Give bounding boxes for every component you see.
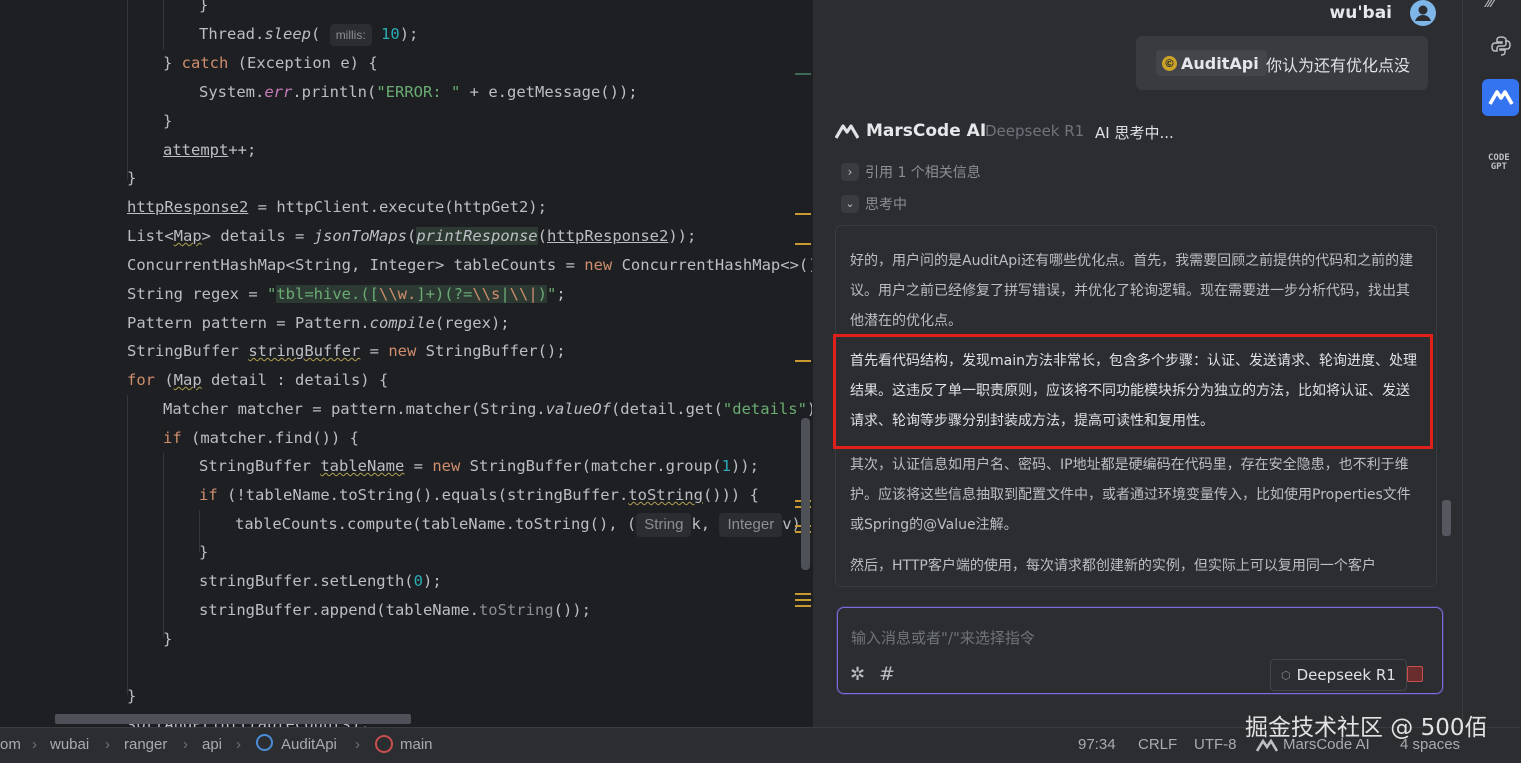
- line-separator[interactable]: CRLF: [1138, 736, 1177, 753]
- chevron-right-icon: ›: [236, 736, 241, 753]
- code-line: stringBuffer.append(tableName.toString()…: [199, 601, 591, 619]
- marscode-icon: [1488, 90, 1514, 105]
- marscode-tool-button[interactable]: [1482, 79, 1519, 116]
- breadcrumb-item[interactable]: main: [400, 736, 433, 753]
- code-line: if (matcher.find()) {: [163, 429, 359, 447]
- param-hint-millis: millis:: [329, 24, 372, 46]
- type-hint-string: String: [636, 513, 692, 537]
- warning-marker: [795, 243, 811, 245]
- indent-guide: [163, 453, 164, 638]
- chevron-down-icon: ⌄: [841, 195, 859, 213]
- code-line: attempt++;: [163, 141, 257, 159]
- chevron-right-icon: ›: [355, 736, 360, 753]
- breadcrumb-item[interactable]: wubai: [50, 736, 89, 753]
- warning-marker: [795, 213, 811, 215]
- code-line: httpResponse2 = httpClient.execute(httpG…: [127, 198, 547, 216]
- warning-marker: [795, 605, 811, 607]
- file-chip-label: AuditApi: [1181, 53, 1259, 73]
- reference-label: 引用 1 个相关信息: [865, 165, 981, 181]
- type-hint-integer: Integer: [719, 513, 783, 537]
- code-line: tableCounts.compute(tableName.toString()…: [235, 510, 801, 539]
- right-tool-strip: ⁄⁄⁄ CODE GPT: [1462, 0, 1521, 727]
- horizontal-scrollbar[interactable]: [55, 714, 411, 724]
- indent-guide: [127, 395, 128, 695]
- chevron-right-icon: ›: [183, 736, 188, 753]
- code-line: String regex = "tbl=hive.([\\w.]+)(?=\\s…: [127, 285, 566, 303]
- hash-icon[interactable]: #: [879, 663, 895, 685]
- ai-chat-panel: wu'bai © AuditApi 你认为还有优化点没 MarsCode AI …: [813, 0, 1462, 727]
- chat-input-placeholder[interactable]: 输入消息或者"/"来选择指令: [851, 627, 1035, 648]
- code-line: Thread.sleep( millis: 10);: [199, 20, 418, 49]
- file-chip[interactable]: © AuditApi: [1156, 50, 1267, 76]
- stop-button[interactable]: [1407, 666, 1423, 682]
- user-message-text: 你认为还有优化点没: [1266, 56, 1411, 75]
- vertical-scrollbar[interactable]: [801, 418, 810, 570]
- code-line: }: [199, 0, 209, 14]
- code-line: if (!tableName.toString().equals(stringB…: [199, 486, 759, 504]
- thinking-toggle[interactable]: ⌄ 思考中: [841, 194, 907, 214]
- code-line: }: [163, 630, 173, 648]
- warning-marker: [795, 360, 811, 362]
- watermark: 掘金技术社区 @ 500佰: [1245, 715, 1488, 741]
- thinking-label: 思考中: [865, 197, 907, 213]
- ai-model-label: Deepseek R1: [985, 122, 1085, 140]
- tool-icon[interactable]: ⁄⁄⁄: [1487, 0, 1495, 11]
- file-encoding[interactable]: UTF-8: [1194, 736, 1237, 753]
- indent-guide: [163, 0, 164, 50]
- model-selector-label: Deepseek R1: [1296, 666, 1396, 684]
- indent-guide: [127, 0, 128, 180]
- user-icon: [1415, 5, 1431, 21]
- code-line: }: [199, 543, 209, 561]
- code-line: Pattern pattern = Pattern.compile(regex)…: [127, 314, 510, 332]
- chat-scrollbar[interactable]: [1442, 500, 1451, 536]
- method-icon: [375, 735, 393, 753]
- code-line: stringBuffer.setLength(0);: [199, 572, 442, 590]
- warning-marker: [795, 593, 811, 595]
- code-line: }: [127, 169, 137, 187]
- chevron-right-icon: ›: [32, 736, 37, 753]
- chevron-right-icon: ›: [105, 736, 110, 753]
- breadcrumb-item[interactable]: AuditApi: [281, 736, 337, 753]
- breadcrumb-item[interactable]: ranger: [124, 736, 167, 753]
- highlight-annotation-box: [833, 334, 1433, 449]
- thinking-paragraph: 好的，用户问的是AuditApi还有哪些优化点。首先，我需要回顾之前提供的代码和…: [850, 253, 1414, 329]
- code-line: for (Map detail : details) {: [127, 371, 389, 389]
- reference-toggle[interactable]: › 引用 1 个相关信息: [841, 162, 981, 182]
- marscode-logo-icon: [834, 121, 860, 141]
- code-line: } catch (Exception e) {: [163, 54, 378, 72]
- code-line: ConcurrentHashMap<String, Integer> table…: [127, 256, 812, 274]
- change-marker: [795, 73, 811, 75]
- cursor-position[interactable]: 97:34: [1078, 736, 1116, 753]
- ai-status: AI 思考中...: [1095, 124, 1174, 142]
- warning-marker: [795, 599, 811, 601]
- breadcrumb-item[interactable]: api: [202, 736, 222, 753]
- user-avatar: [1410, 0, 1436, 26]
- code-line: }: [163, 112, 173, 130]
- class-icon: ©: [1162, 55, 1177, 71]
- code-line: System.err.println("ERROR: " + e.getMess…: [199, 83, 638, 101]
- ai-name: MarsCode AI: [866, 121, 987, 141]
- code-editor[interactable]: } Thread.sleep( millis: 10); } catch (Ex…: [0, 0, 812, 727]
- code-line: Matcher matcher = pattern.matcher(String…: [163, 400, 812, 418]
- sparkle-icon[interactable]: ✲: [850, 664, 865, 685]
- user-name: wu'bai: [1329, 3, 1392, 23]
- user-message-bubble: © AuditApi 你认为还有优化点没: [1136, 36, 1428, 90]
- breadcrumb-item[interactable]: om: [0, 736, 21, 753]
- cube-icon: ⬡: [1281, 668, 1291, 682]
- thinking-paragraph: 其次，认证信息如用户名、密码、IP地址都是硬编码在代码里，存在安全隐患，也不利于…: [850, 457, 1411, 533]
- codegpt-icon[interactable]: CODE GPT: [1488, 154, 1510, 172]
- chat-input-box[interactable]: 输入消息或者"/"来选择指令 ✲ # ⬡ Deepseek R1: [837, 607, 1443, 694]
- python-icon[interactable]: [1489, 34, 1513, 58]
- code-line: StringBuffer stringBuffer = new StringBu…: [127, 342, 566, 360]
- model-selector[interactable]: ⬡ Deepseek R1: [1270, 659, 1407, 691]
- codegpt-line: GPT: [1490, 162, 1507, 172]
- thinking-paragraph: 然后，HTTP客户端的使用，每次请求都创建新的实例，但实际上可以复用同一个客户: [850, 558, 1376, 574]
- chevron-right-icon: ›: [841, 163, 859, 181]
- class-icon: [256, 734, 273, 751]
- code-line: }: [127, 687, 137, 705]
- code-line: StringBuffer tableName = new StringBuffe…: [199, 457, 759, 475]
- code-line: List<Map> details = jsonToMaps(printResp…: [127, 227, 697, 245]
